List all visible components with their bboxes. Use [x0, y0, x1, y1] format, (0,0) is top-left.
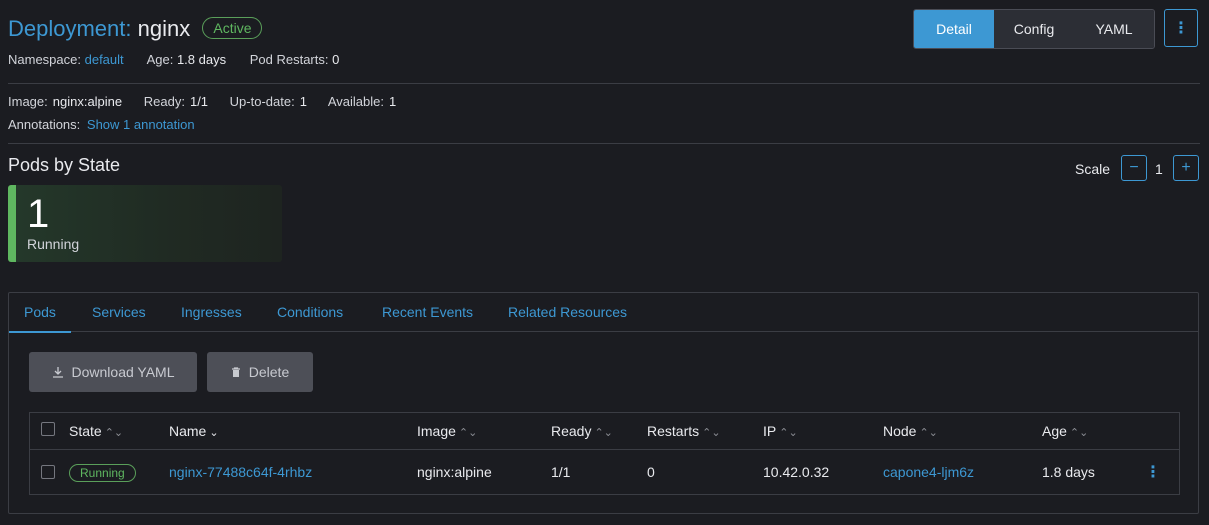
annotations-row: Annotations: Show 1 annotation: [8, 117, 195, 133]
column-header-state[interactable]: State ⌃⌄: [69, 423, 123, 441]
tab-ingresses[interactable]: Ingresses: [181, 293, 242, 331]
page-title: Deployment: nginx Active: [8, 14, 263, 44]
pod-state-card: 1 Running: [8, 185, 282, 262]
column-header-label: Ready: [551, 423, 592, 439]
pod-image: nginx:alpine: [417, 464, 492, 480]
column-header-ready[interactable]: Ready ⌃⌄: [551, 423, 613, 441]
table-header: State ⌃⌄ Name ⌄ Image ⌃⌄ Ready ⌃⌄ Restarts ⌃⌄…: [30, 413, 1179, 450]
pod-node-link[interactable]: capone4-ljm6z: [883, 464, 974, 480]
image-label: Image:: [8, 94, 48, 109]
download-yaml-button[interactable]: Download YAML: [29, 352, 197, 392]
title-name: nginx: [137, 16, 191, 41]
uptodate-value: 1: [299, 94, 307, 109]
age-value: 1.8 days: [176, 52, 227, 67]
row-checkbox[interactable]: [41, 465, 55, 479]
resource-tabs-panel: Pods Services Ingresses Conditions Recen…: [8, 292, 1199, 514]
divider: [8, 143, 1200, 144]
show-annotations-link[interactable]: Show 1 annotation: [87, 117, 195, 132]
scale-up-button[interactable]: +: [1173, 155, 1199, 181]
sort-icon: ⌃⌄: [104, 427, 124, 439]
select-all-checkbox[interactable]: [41, 422, 55, 436]
image-value: nginx:alpine: [52, 94, 123, 109]
scale-label: Scale: [1075, 161, 1111, 177]
sort-icon: ⌃⌄: [594, 427, 613, 439]
plus-icon: +: [1181, 159, 1191, 176]
sort-desc-icon: ⌄: [209, 427, 219, 439]
column-header-node[interactable]: Node ⌃⌄: [883, 423, 938, 441]
column-header-label: Age: [1042, 423, 1067, 439]
column-header-label: Name: [169, 423, 207, 439]
tab-recent-events[interactable]: Recent Events: [382, 293, 473, 331]
tab-pods[interactable]: Pods: [9, 293, 71, 333]
deployment-meta: Namespace: default Age: 1.8 days Pod Res…: [8, 52, 359, 68]
available-label: Available:: [327, 94, 384, 109]
config-button[interactable]: Config: [994, 10, 1074, 48]
pod-restarts: 0: [647, 464, 655, 480]
sort-icon: ⌃⌄: [779, 427, 798, 439]
sort-icon: ⌃⌄: [702, 427, 721, 439]
column-header-restarts[interactable]: Restarts ⌃⌄: [647, 423, 721, 441]
namespace-link[interactable]: default: [85, 52, 124, 67]
view-toggle: Detail Config YAML: [913, 9, 1155, 49]
ready-label: Ready:: [143, 94, 185, 109]
namespace-label: Namespace:: [8, 52, 81, 67]
available-value: 1: [389, 94, 397, 109]
pod-restarts-label: Pod Restarts:: [249, 52, 329, 67]
pod-ip: 10.42.0.32: [763, 464, 830, 480]
column-header-image[interactable]: Image ⌃⌄: [417, 423, 477, 441]
download-yaml-label: Download YAML: [71, 364, 175, 380]
pods-table: State ⌃⌄ Name ⌄ Image ⌃⌄ Ready ⌃⌄ Restarts ⌃⌄…: [29, 412, 1180, 495]
download-icon: [52, 367, 63, 378]
sort-icon: ⌃⌄: [919, 427, 938, 439]
detail-button[interactable]: Detail: [914, 10, 994, 48]
row-actions-button[interactable]: ⋮: [1145, 462, 1161, 482]
pods-by-state-title: Pods by State: [8, 155, 121, 175]
scale-down-button[interactable]: −: [1121, 155, 1147, 181]
pod-name-link[interactable]: nginx-77488c64f-4rhbz: [169, 464, 312, 480]
kebab-vertical-icon: ⋮: [1145, 464, 1161, 481]
trash-icon: [231, 366, 240, 377]
title-prefix: Deployment:: [8, 16, 132, 41]
column-header-age[interactable]: Age ⌃⌄: [1042, 423, 1088, 441]
pod-state-count: 1: [27, 192, 50, 236]
column-header-ip[interactable]: IP ⌃⌄: [763, 423, 798, 441]
delete-label: Delete: [248, 364, 290, 380]
column-header-label: State: [69, 423, 102, 439]
tab-bar: Pods Services Ingresses Conditions Recen…: [9, 293, 1198, 333]
pod-state-badge: Running: [69, 464, 136, 482]
pod-ready: 1/1: [551, 464, 571, 480]
table-row: Running nginx-77488c64f-4rhbz nginx:alpi…: [30, 449, 1179, 495]
column-header-label: IP: [763, 423, 777, 439]
column-header-name[interactable]: Name ⌄: [169, 423, 219, 441]
minus-icon: −: [1129, 159, 1139, 176]
delete-button[interactable]: Delete: [207, 352, 313, 392]
sort-icon: ⌃⌄: [458, 427, 478, 439]
uptodate-label: Up-to-date:: [229, 94, 295, 109]
column-header-label: Restarts: [647, 423, 700, 439]
pod-restarts-value: 0: [332, 52, 340, 67]
actions-menu-button[interactable]: ⋮: [1164, 9, 1198, 47]
status-badge: Active: [202, 17, 263, 39]
scale-value: 1: [1155, 161, 1163, 177]
annotations-label: Annotations:: [8, 117, 81, 132]
divider: [8, 83, 1200, 84]
sort-icon: ⌃⌄: [1069, 427, 1089, 439]
column-header-label: Image: [417, 423, 456, 439]
tab-services[interactable]: Services: [92, 293, 146, 331]
kebab-vertical-icon: ⋮: [1173, 20, 1189, 37]
column-header-label: Node: [883, 423, 917, 439]
age-label: Age:: [146, 52, 174, 67]
row-state: Running: [69, 464, 136, 482]
ready-value: 1/1: [189, 94, 209, 109]
tab-conditions[interactable]: Conditions: [277, 293, 343, 331]
tab-related-resources[interactable]: Related Resources: [508, 293, 627, 331]
pod-state-label: Running: [27, 236, 80, 252]
pod-age: 1.8 days: [1042, 464, 1095, 480]
yaml-button[interactable]: YAML: [1074, 10, 1154, 48]
deployment-details: Image: nginx:alpine Ready: 1/1 Up-to-date:…: [8, 94, 414, 110]
